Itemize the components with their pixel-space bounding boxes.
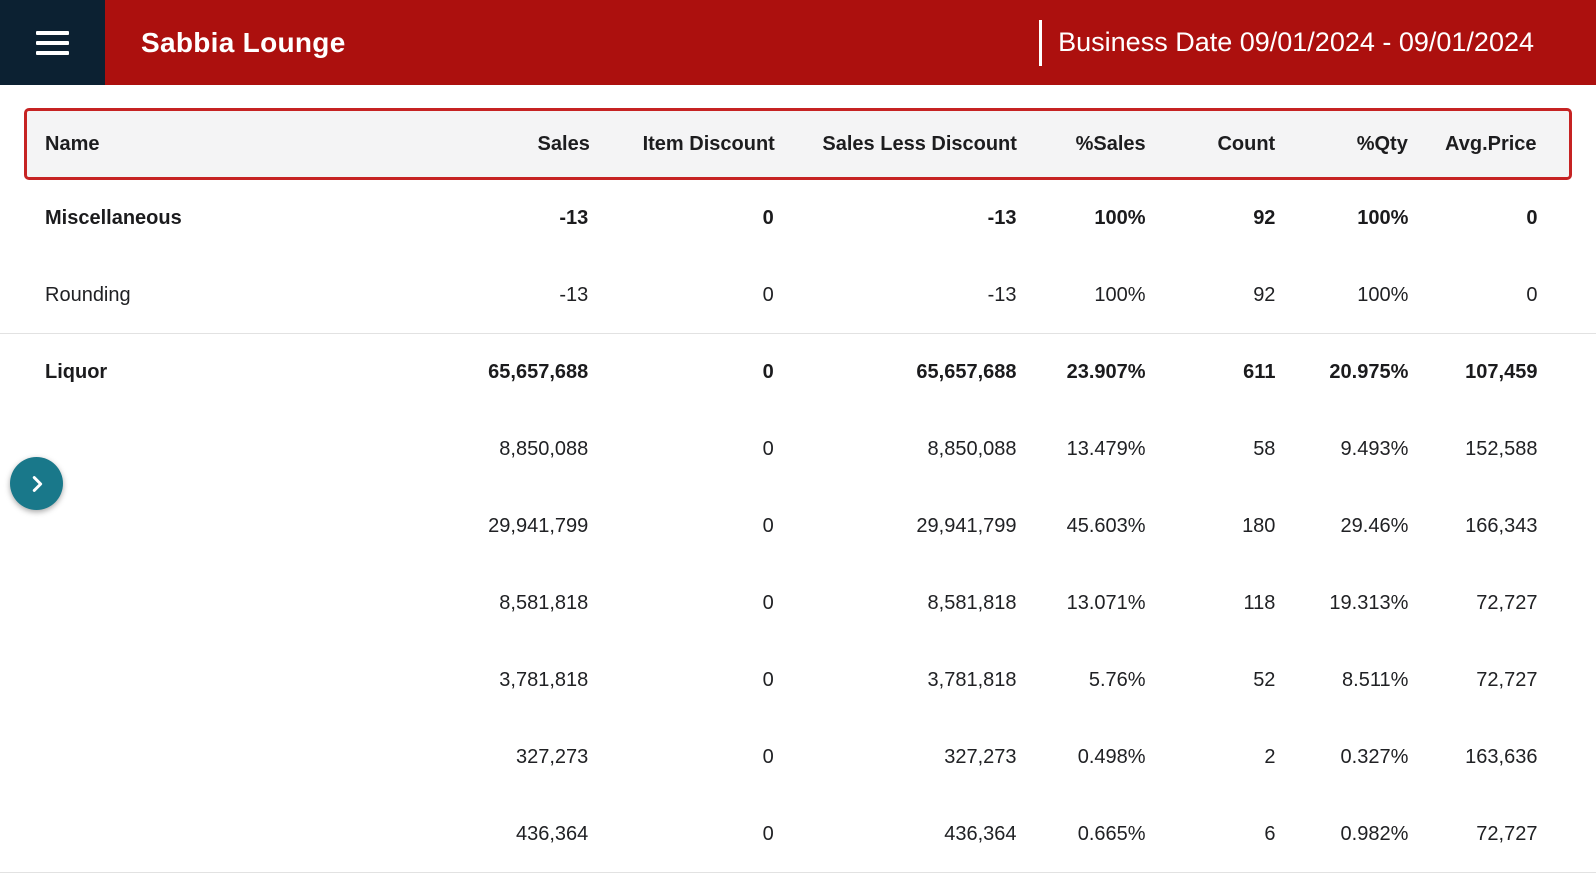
row-avg-price: 163,636 — [1408, 746, 1537, 769]
business-date: Business Date 09/01/2024 - 09/01/2024 — [1058, 27, 1534, 58]
row-sales: 3,781,818 — [308, 669, 588, 692]
row-count: 6 — [1146, 823, 1276, 846]
table-header-row: Name Sales Item Discount Sales Less Disc… — [24, 108, 1572, 180]
row-sales-less-discount: 29,941,799 — [774, 515, 1017, 538]
row-item-discount: 0 — [588, 669, 774, 692]
row-pct-qty: 100% — [1275, 207, 1408, 230]
row-item-discount: 0 — [588, 515, 774, 538]
col-header-sales-less-discount[interactable]: Sales Less Discount — [775, 133, 1017, 156]
row-avg-price: 72,727 — [1408, 592, 1537, 615]
row-sales-less-discount: 65,657,688 — [774, 361, 1017, 384]
row-sales: 327,273 — [308, 746, 588, 769]
row-name: Rounding — [24, 284, 308, 307]
row-pct-qty: 8.511% — [1275, 669, 1408, 692]
table-row[interactable]: 8,850,088 0 8,850,088 13.479% 58 9.493% … — [0, 411, 1596, 488]
row-sales: -13 — [308, 207, 588, 230]
row-avg-price: 107,459 — [1408, 361, 1537, 384]
row-avg-price: 152,588 — [1408, 438, 1537, 461]
table-row[interactable]: Miscellaneous -13 0 -13 100% 92 100% 0 — [0, 180, 1596, 257]
row-item-discount: 0 — [588, 284, 774, 307]
row-pct-qty: 9.493% — [1275, 438, 1408, 461]
table-row[interactable]: Rounding -13 0 -13 100% 92 100% 0 — [0, 257, 1596, 334]
col-header-sales[interactable]: Sales — [311, 133, 590, 156]
row-sales-less-discount: -13 — [774, 207, 1017, 230]
row-item-discount: 0 — [588, 592, 774, 615]
row-pct-qty: 20.975% — [1275, 361, 1408, 384]
table-row[interactable]: 436,364 0 436,364 0.665% 6 0.982% 72,727 — [0, 796, 1596, 873]
row-sales-less-discount: 3,781,818 — [774, 669, 1017, 692]
row-sales-less-discount: 8,581,818 — [774, 592, 1017, 615]
row-pct-sales: 13.071% — [1017, 592, 1146, 615]
col-header-avg-price[interactable]: Avg.Price — [1408, 133, 1537, 156]
row-sales: 29,941,799 — [308, 515, 588, 538]
row-avg-price: 72,727 — [1408, 669, 1537, 692]
col-header-name[interactable]: Name — [27, 133, 311, 156]
row-item-discount: 0 — [588, 438, 774, 461]
row-avg-price: 0 — [1408, 207, 1537, 230]
col-header-pct-sales[interactable]: %Sales — [1017, 133, 1146, 156]
row-pct-sales: 5.76% — [1017, 669, 1146, 692]
table-row[interactable]: 29,941,799 0 29,941,799 45.603% 180 29.4… — [0, 488, 1596, 565]
row-sales: 65,657,688 — [308, 361, 588, 384]
table-row[interactable]: 327,273 0 327,273 0.498% 2 0.327% 163,63… — [0, 719, 1596, 796]
row-sales: 8,581,818 — [308, 592, 588, 615]
row-name: Miscellaneous — [24, 207, 308, 230]
menu-button[interactable] — [0, 0, 105, 85]
row-count: 92 — [1146, 207, 1276, 230]
row-item-discount: 0 — [588, 361, 774, 384]
row-count: 180 — [1146, 515, 1276, 538]
row-item-discount: 0 — [588, 207, 774, 230]
col-header-item-discount[interactable]: Item Discount — [590, 133, 775, 156]
header-divider — [1039, 20, 1042, 66]
report-area: Name Sales Item Discount Sales Less Disc… — [0, 108, 1596, 873]
row-avg-price: 72,727 — [1408, 823, 1537, 846]
row-item-discount: 0 — [588, 746, 774, 769]
row-pct-sales: 23.907% — [1017, 361, 1146, 384]
row-count: 611 — [1146, 361, 1276, 384]
row-sales: 436,364 — [308, 823, 588, 846]
row-pct-sales: 100% — [1017, 207, 1146, 230]
row-count: 118 — [1146, 592, 1276, 615]
row-count: 92 — [1146, 284, 1276, 307]
table-row[interactable]: 3,781,818 0 3,781,818 5.76% 52 8.511% 72… — [0, 642, 1596, 719]
row-count: 52 — [1146, 669, 1276, 692]
chevron-right-icon — [26, 473, 48, 495]
col-header-count[interactable]: Count — [1146, 133, 1276, 156]
business-date-group: Business Date 09/01/2024 - 09/01/2024 — [1039, 0, 1596, 85]
row-item-discount: 0 — [588, 823, 774, 846]
row-count: 2 — [1146, 746, 1276, 769]
row-pct-qty: 0.982% — [1275, 823, 1408, 846]
row-sales-less-discount: 436,364 — [774, 823, 1017, 846]
table-row[interactable]: 8,581,818 0 8,581,818 13.071% 118 19.313… — [0, 565, 1596, 642]
page-title: Sabbia Lounge — [141, 27, 346, 59]
hamburger-icon — [36, 31, 69, 55]
row-pct-qty: 29.46% — [1275, 515, 1408, 538]
row-sales: -13 — [308, 284, 588, 307]
row-avg-price: 166,343 — [1408, 515, 1537, 538]
expand-button[interactable] — [10, 457, 63, 510]
row-pct-qty: 100% — [1275, 284, 1408, 307]
col-header-pct-qty[interactable]: %Qty — [1275, 133, 1408, 156]
row-count: 58 — [1146, 438, 1276, 461]
row-pct-sales: 0.498% — [1017, 746, 1146, 769]
row-sales-less-discount: 8,850,088 — [774, 438, 1017, 461]
row-sales: 8,850,088 — [308, 438, 588, 461]
row-sales-less-discount: -13 — [774, 284, 1017, 307]
row-name: Liquor — [24, 361, 308, 384]
row-avg-price: 0 — [1408, 284, 1537, 307]
row-pct-sales: 13.479% — [1017, 438, 1146, 461]
table-body: Miscellaneous -13 0 -13 100% 92 100% 0 R… — [0, 180, 1596, 873]
row-pct-qty: 19.313% — [1275, 592, 1408, 615]
row-pct-sales: 100% — [1017, 284, 1146, 307]
row-pct-qty: 0.327% — [1275, 746, 1408, 769]
row-pct-sales: 0.665% — [1017, 823, 1146, 846]
table-row[interactable]: Liquor 65,657,688 0 65,657,688 23.907% 6… — [0, 334, 1596, 411]
row-sales-less-discount: 327,273 — [774, 746, 1017, 769]
row-pct-sales: 45.603% — [1017, 515, 1146, 538]
app-header: Sabbia Lounge Business Date 09/01/2024 -… — [0, 0, 1596, 85]
